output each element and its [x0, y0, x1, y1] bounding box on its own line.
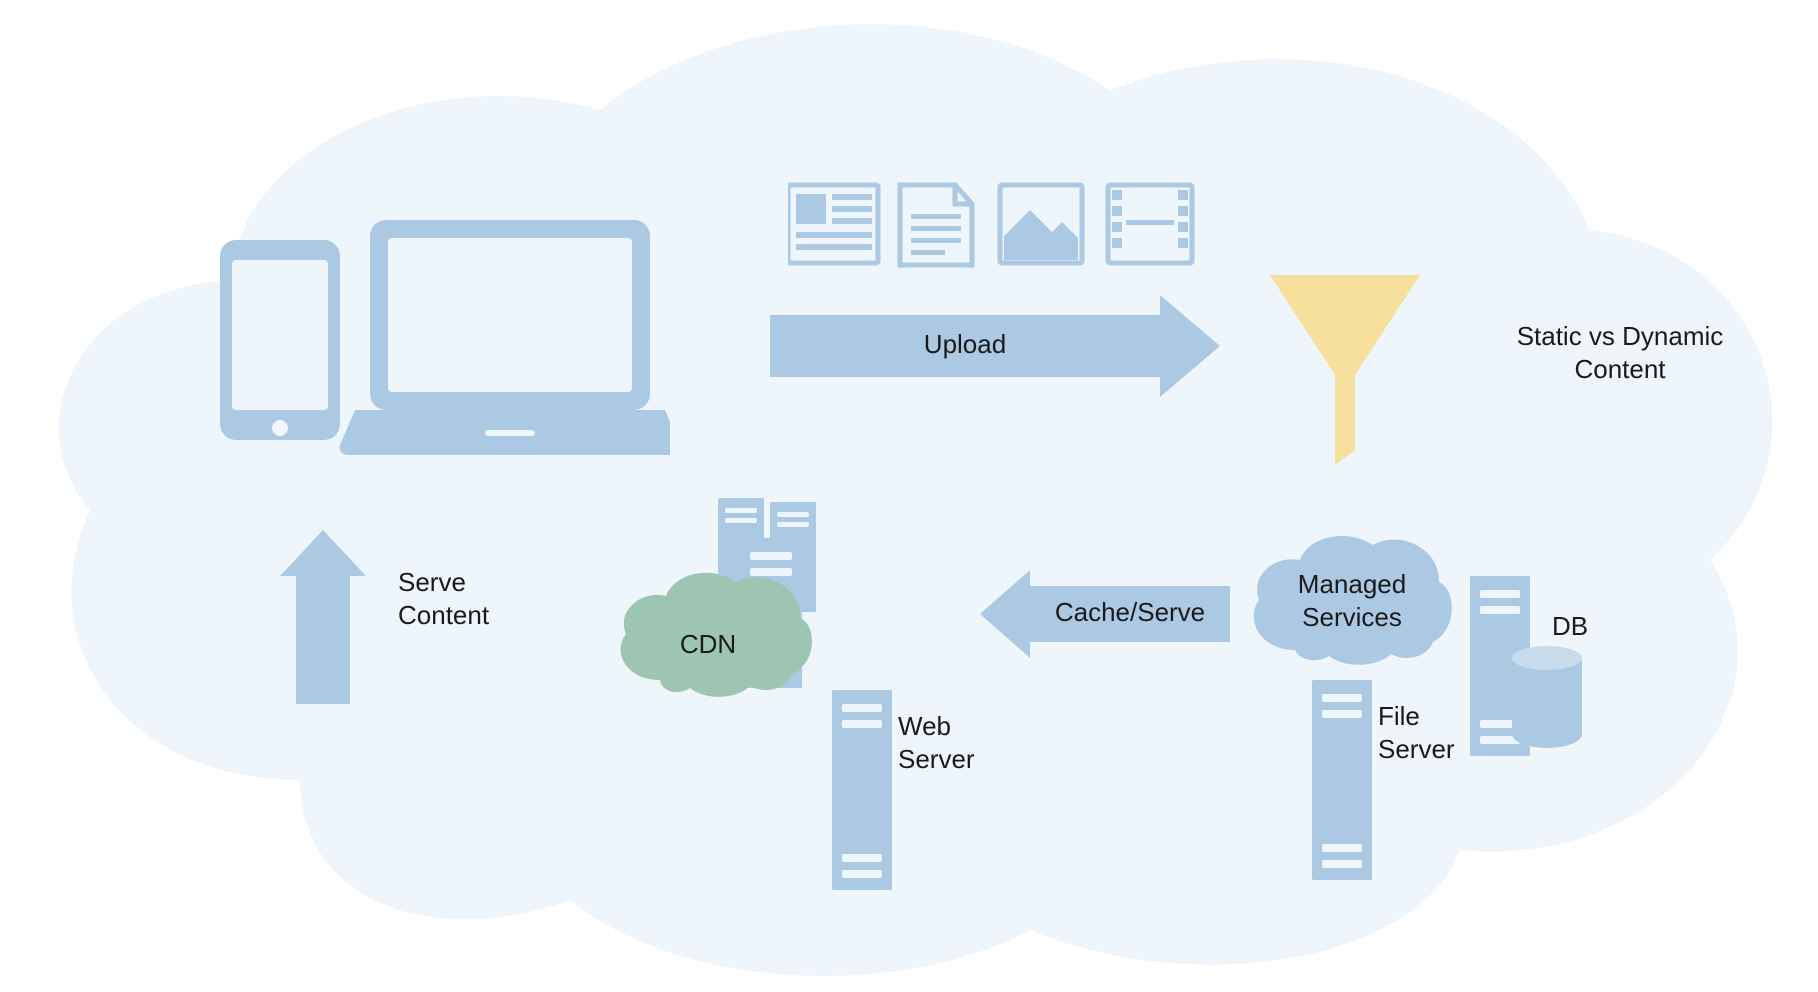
funnel-label-line1: Static vs Dynamic [1517, 321, 1724, 351]
diagram-stage: Upload Static vs Dynamic Content Managed… [0, 0, 1818, 992]
db-cylinder-icon [1512, 658, 1582, 748]
serve-content-line1: Serve [398, 567, 466, 597]
upload-arrow-label: Upload [770, 329, 1160, 360]
file-server-line2: Server [1378, 734, 1455, 764]
cache-serve-arrow-label: Cache/Serve [1030, 597, 1230, 628]
db-label: DB [1540, 610, 1600, 643]
web-server-label: Web Server [898, 710, 998, 775]
client-devices-icon [220, 210, 670, 470]
upload-arrow: Upload [770, 295, 1230, 397]
file-server-label: File Server [1378, 700, 1478, 765]
funnel-label-line2: Content [1574, 354, 1665, 384]
web-server-line1: Web [898, 711, 951, 741]
serve-content-label: Serve Content [398, 566, 538, 631]
file-server-line1: File [1378, 701, 1420, 731]
serve-content-line2: Content [398, 600, 489, 630]
managed-services-label: Managed Services [1287, 568, 1417, 633]
serve-content-arrow [280, 530, 366, 704]
web-server-line2: Server [898, 744, 975, 774]
cdn-label: CDN [668, 628, 748, 661]
managed-services-line1: Managed [1298, 569, 1406, 599]
content-types-icons [788, 180, 1208, 277]
cache-serve-arrow: Cache/Serve [980, 570, 1230, 658]
file-server-icon [1312, 680, 1372, 880]
funnel-icon [1260, 275, 1430, 472]
funnel-label: Static vs Dynamic Content [1470, 320, 1770, 385]
web-server-icon [832, 690, 892, 890]
managed-services-line2: Services [1302, 602, 1402, 632]
background-cloud [0, 0, 1818, 992]
